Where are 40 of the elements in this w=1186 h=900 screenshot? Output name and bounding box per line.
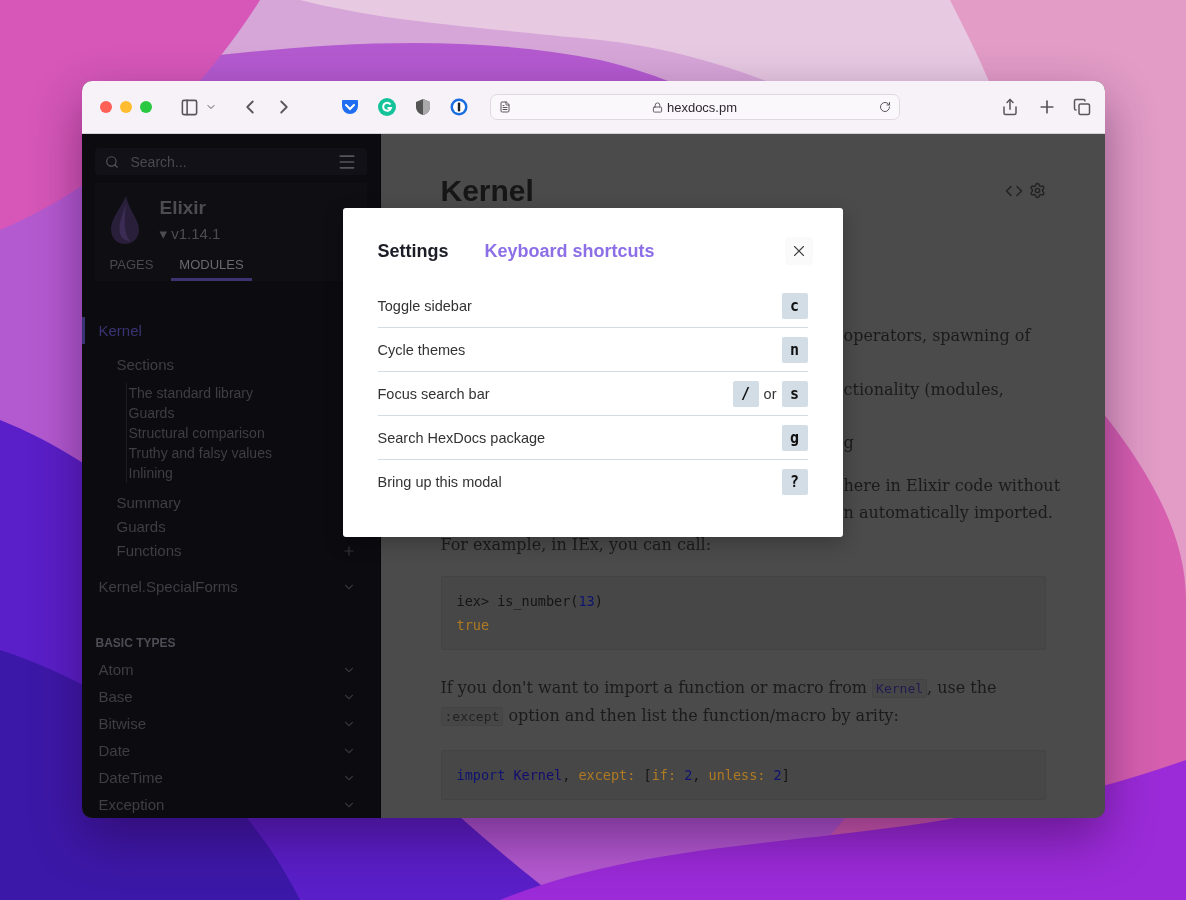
close-window-button[interactable] xyxy=(99,101,112,113)
group-heading: BASIC TYPES xyxy=(94,635,177,652)
key-cap: n xyxy=(781,336,808,363)
reload-icon[interactable] xyxy=(878,101,891,113)
tabs-icon[interactable] xyxy=(1072,98,1091,116)
pocket-icon[interactable] xyxy=(340,99,359,115)
settings-icon[interactable] xyxy=(1028,182,1046,200)
key-cap: g xyxy=(781,424,808,451)
dialog-tab[interactable]: Settings xyxy=(377,240,449,262)
share-icon[interactable] xyxy=(1000,98,1019,116)
separator-text: or xyxy=(762,385,778,402)
sidebar-tab[interactable]: MODULES xyxy=(171,253,252,281)
minimize-window-button[interactable] xyxy=(119,101,132,113)
key-cap: s xyxy=(781,380,808,407)
version-selector[interactable]: ▾ v1.14.1 xyxy=(159,225,221,243)
code-block: import Kernel, except: [if: 2, unless: 2] xyxy=(440,750,1046,800)
dialog-tab[interactable]: Keyboard shortcuts xyxy=(484,240,655,262)
key-cap: ? xyxy=(781,468,808,495)
shield-icon[interactable] xyxy=(414,98,431,116)
search-field[interactable]: Search... xyxy=(94,148,367,175)
search-icon xyxy=(104,154,119,169)
shortcut-label: Cycle themes xyxy=(377,341,467,358)
shortcut-label: Search HexDocs package xyxy=(377,429,547,446)
zoom-window-button[interactable] xyxy=(139,101,152,113)
address-bar[interactable]: hexdocs.pm xyxy=(489,94,900,120)
close-button[interactable] xyxy=(784,237,813,265)
project-name: Elixir xyxy=(159,197,207,219)
lock-icon xyxy=(651,101,663,113)
url-text: hexdocs.pm xyxy=(666,99,738,115)
shortcut-label: Focus search bar xyxy=(377,385,491,402)
key-cap: c xyxy=(781,292,808,319)
page-icon xyxy=(498,101,511,113)
key-icon[interactable] xyxy=(449,98,468,116)
sidebar-icon[interactable] xyxy=(179,97,199,117)
shortcut-label: Toggle sidebar xyxy=(377,297,473,314)
key-cap: / xyxy=(732,380,759,407)
grammar-icon[interactable] xyxy=(377,98,396,116)
sidebar-tab[interactable]: PAGES xyxy=(101,253,162,281)
shortcut-label: Bring up this modal xyxy=(377,473,503,490)
drop-logo xyxy=(109,195,140,245)
